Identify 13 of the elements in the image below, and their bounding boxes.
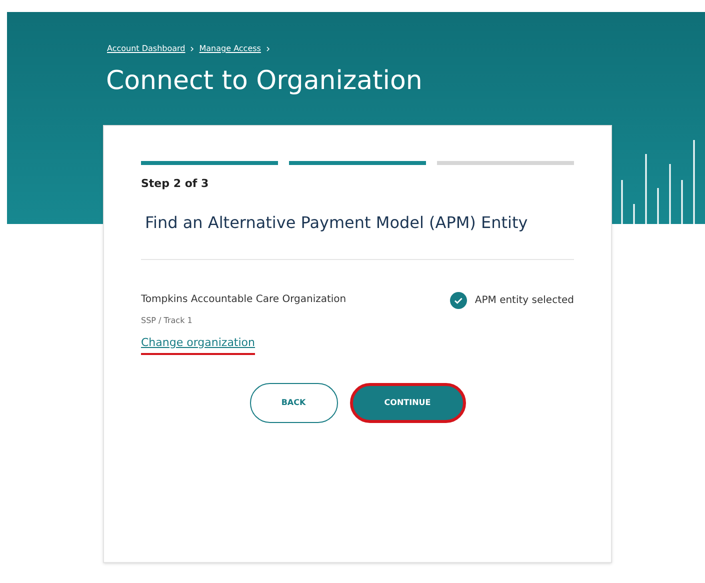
change-organization-link[interactable]: Change organization <box>141 334 256 355</box>
continue-button[interactable]: CONTINUE <box>350 383 466 423</box>
breadcrumb-link[interactable]: Manage Access <box>199 43 261 55</box>
section-heading: Find an Alternative Payment Model (APM) Entity <box>145 212 529 234</box>
page-title: Connect to Organization <box>105 65 424 97</box>
organization-name: Tompkins Accountable Care Organization <box>141 292 346 306</box>
back-button[interactable]: BACK <box>250 383 338 423</box>
step-label: Step 2 of 3 <box>141 176 210 192</box>
chevron-right-icon <box>190 46 194 52</box>
selection-status: APM entity selected <box>474 294 574 308</box>
chevron-right-icon <box>266 46 270 52</box>
breadcrumb-link[interactable]: Account Dashboard <box>107 43 186 55</box>
organization-detail: SSP / Track 1 <box>141 314 194 326</box>
